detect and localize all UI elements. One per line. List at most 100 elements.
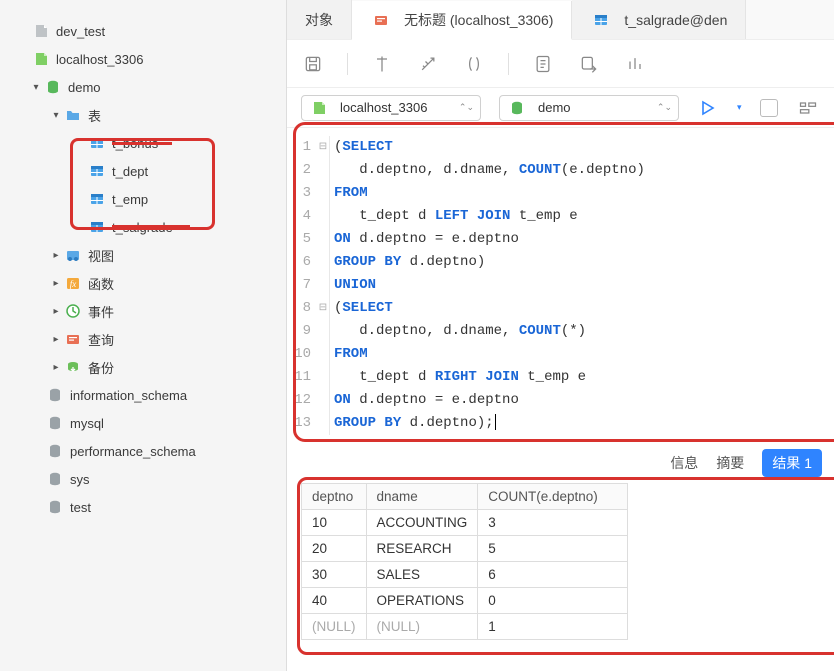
code-line[interactable]: 12ON d.deptno = e.deptno (287, 389, 834, 412)
code-line[interactable]: 13GROUP BY d.deptno); (287, 412, 834, 435)
db-demo[interactable]: demo (0, 73, 286, 101)
table-t-salgrade[interactable]: t_salgrade (0, 213, 286, 241)
code-line[interactable]: 8⊟(SELECT (287, 297, 834, 320)
code-line[interactable]: 7UNION (287, 274, 834, 297)
table-t-bonus[interactable]: t_bonus (0, 129, 286, 157)
node-events[interactable]: 事件 (0, 297, 286, 325)
fold-icon[interactable] (317, 389, 329, 412)
code-line[interactable]: 6GROUP BY d.deptno) (287, 251, 834, 274)
sql-editor[interactable]: 1⊟(SELECT2 d.deptno, d.dname, COUNT(e.de… (287, 128, 834, 445)
conn-localhost-3306[interactable]: localhost_3306 (0, 45, 286, 73)
code-line[interactable]: 2 d.deptno, d.dname, COUNT(e.deptno) (287, 159, 834, 182)
db-performance-schema[interactable]: performance_schema (0, 437, 286, 465)
chart-button[interactable] (623, 52, 647, 76)
result-grid[interactable]: deptno dname COUNT(e.deptno) 10ACCOUNTIN… (301, 483, 628, 640)
cell-deptno[interactable]: 30 (302, 562, 367, 588)
cell-count[interactable]: 5 (478, 536, 628, 562)
cell-dname[interactable]: (NULL) (366, 614, 478, 640)
col-deptno[interactable]: deptno (302, 484, 367, 510)
table-t-emp[interactable]: t_emp (0, 185, 286, 213)
cell-count[interactable]: 6 (478, 562, 628, 588)
cell-deptno[interactable]: (NULL) (302, 614, 367, 640)
cell-count[interactable]: 0 (478, 588, 628, 614)
node-views[interactable]: 视图 (0, 241, 286, 269)
chevron-right-icon[interactable] (50, 306, 62, 317)
code-area[interactable]: 1⊟(SELECT2 d.deptno, d.dname, COUNT(e.de… (287, 130, 834, 445)
fold-icon[interactable] (317, 274, 329, 297)
explain-button[interactable] (531, 52, 555, 76)
chevron-down-icon[interactable] (50, 110, 62, 121)
node-tables[interactable]: 表 (0, 101, 286, 129)
tab-objects[interactable]: 对象 (287, 0, 352, 39)
fold-icon[interactable] (317, 366, 329, 389)
db-test[interactable]: test (0, 493, 286, 521)
db-sys[interactable]: sys (0, 465, 286, 493)
table-row[interactable]: 10ACCOUNTING3 (302, 510, 628, 536)
cell-dname[interactable]: ACCOUNTING (366, 510, 478, 536)
stop-button[interactable] (760, 99, 778, 117)
tab-t-salgrade[interactable]: t_salgrade@den (572, 0, 746, 39)
fold-icon[interactable] (317, 343, 329, 366)
cell-count[interactable]: 1 (478, 614, 628, 640)
cell-dname[interactable]: OPERATIONS (366, 588, 478, 614)
result-tab-summary[interactable]: 摘要 (716, 453, 744, 473)
cell-dname[interactable]: SALES (366, 562, 478, 588)
fold-icon[interactable] (317, 159, 329, 182)
tab-untitled-query[interactable]: 无标题 (localhost_3306) (352, 1, 572, 40)
node-backup[interactable]: 备份 (0, 353, 286, 381)
db-label: test (70, 500, 91, 515)
fold-icon[interactable]: ⊟ (317, 136, 329, 159)
fold-icon[interactable] (317, 412, 329, 435)
fold-icon[interactable]: ⊟ (317, 297, 329, 320)
table-row[interactable]: 20RESEARCH5 (302, 536, 628, 562)
db-mysql[interactable]: mysql (0, 409, 286, 437)
cell-deptno[interactable]: 40 (302, 588, 367, 614)
fold-icon[interactable] (317, 228, 329, 251)
save-button[interactable] (301, 52, 325, 76)
chevron-down-icon[interactable] (30, 82, 42, 93)
code-line[interactable]: 1⊟(SELECT (287, 136, 834, 159)
node-queries[interactable]: 查询 (0, 325, 286, 353)
table-row[interactable]: 40OPERATIONS0 (302, 588, 628, 614)
db-information-schema[interactable]: information_schema (0, 381, 286, 409)
cell-deptno[interactable]: 20 (302, 536, 367, 562)
chevron-right-icon[interactable] (50, 278, 62, 289)
table-row[interactable]: 30SALES6 (302, 562, 628, 588)
fold-icon[interactable] (317, 251, 329, 274)
doc-green-icon (310, 99, 328, 117)
chevron-right-icon[interactable] (50, 334, 62, 345)
database-dropdown[interactable]: demo ⌃⌄ (499, 95, 679, 121)
code-text: FROM (329, 343, 368, 366)
fold-icon[interactable] (317, 205, 329, 228)
parentheses-button[interactable] (462, 52, 486, 76)
code-line[interactable]: 9 d.deptno, d.dname, COUNT(*) (287, 320, 834, 343)
col-count[interactable]: COUNT(e.deptno) (478, 484, 628, 510)
chevron-right-icon[interactable] (50, 362, 62, 373)
result-tab-result1[interactable]: 结果 1 (762, 449, 822, 477)
code-line[interactable]: 10FROM (287, 343, 834, 366)
result-tab-info[interactable]: 信息 (670, 453, 698, 473)
code-line[interactable]: 5ON d.deptno = e.deptno (287, 228, 834, 251)
fold-icon[interactable] (317, 182, 329, 205)
run-button[interactable] (697, 97, 719, 119)
code-line[interactable]: 4 t_dept d LEFT JOIN t_emp e (287, 205, 834, 228)
chevron-right-icon[interactable] (50, 250, 62, 261)
cell-dname[interactable]: RESEARCH (366, 536, 478, 562)
node-functions[interactable]: 函数 (0, 269, 286, 297)
conn-dev-test[interactable]: dev_test (0, 17, 286, 45)
cell-deptno[interactable]: 10 (302, 510, 367, 536)
settings-button[interactable] (796, 96, 820, 120)
table-t-dept[interactable]: t_dept (0, 157, 286, 185)
node-label: 表 (88, 106, 101, 125)
code-line[interactable]: 11 t_dept d RIGHT JOIN t_emp e (287, 366, 834, 389)
format-button[interactable] (370, 52, 394, 76)
beautify-button[interactable] (416, 52, 440, 76)
export-button[interactable] (577, 52, 601, 76)
table-row[interactable]: (NULL)(NULL)1 (302, 614, 628, 640)
connection-dropdown[interactable]: localhost_3306 ⌃⌄ (301, 95, 481, 121)
run-menu-caret-icon[interactable]: ▾ (737, 102, 742, 113)
cell-count[interactable]: 3 (478, 510, 628, 536)
col-dname[interactable]: dname (366, 484, 478, 510)
fold-icon[interactable] (317, 320, 329, 343)
code-line[interactable]: 3FROM (287, 182, 834, 205)
